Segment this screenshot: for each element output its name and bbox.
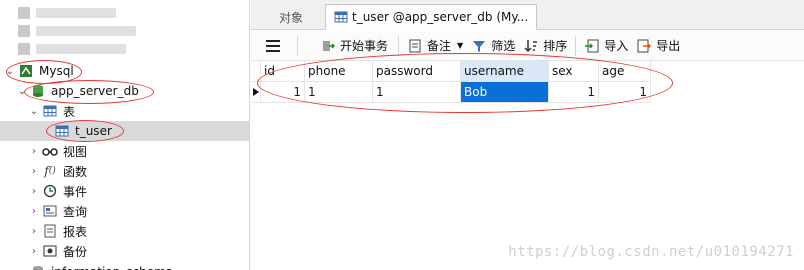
database-icon <box>30 264 46 270</box>
cell-username[interactable]: Bob <box>461 82 549 103</box>
tab-objects-label: 对象 <box>279 10 304 25</box>
events-label: 事件 <box>63 184 88 199</box>
blurred-item <box>18 42 126 56</box>
notes-label: 备注 <box>427 39 452 53</box>
backups-label: 备份 <box>63 244 88 259</box>
views-label: 视图 <box>63 144 88 159</box>
query-icon <box>42 203 58 219</box>
tree-node-events[interactable]: › 事件 <box>28 181 87 201</box>
import-icon <box>584 38 600 54</box>
backup-icon <box>42 243 58 259</box>
transaction-icon <box>320 38 336 54</box>
blurred-item <box>18 6 116 20</box>
tab-t_user-label: t_user @app_server_db (My... <box>352 10 529 24</box>
tree-node-queries[interactable]: › 查询 <box>28 201 87 221</box>
tables-label: 表 <box>63 104 76 119</box>
table-row[interactable]: 1 1 1 Bob 1 1 <box>251 82 651 103</box>
tree-node-database[interactable]: ⌄ app_server_db <box>16 81 139 101</box>
tree-node-backups[interactable]: › 备份 <box>28 241 87 261</box>
toolbar-divider <box>575 35 577 56</box>
functions-label: 函数 <box>63 164 88 179</box>
column-header-phone[interactable]: phone <box>305 61 373 82</box>
tab-bar: 对象 t_user @app_server_db (My... <box>251 0 804 30</box>
column-header-id[interactable]: id <box>261 61 305 82</box>
document-icon <box>407 38 423 54</box>
table-icon <box>54 123 70 139</box>
table-icon <box>334 10 348 24</box>
chevron-right-icon[interactable]: › <box>28 166 40 177</box>
toolbar: 开始事务 备注 ▼ 筛选 排序 导入 导出 <box>251 31 804 61</box>
filter-button[interactable]: 筛选 <box>467 34 519 58</box>
cell-phone[interactable]: 1 <box>305 82 373 103</box>
filter-icon <box>471 38 487 54</box>
filter-label: 筛选 <box>491 39 516 53</box>
export-label: 导出 <box>656 39 681 53</box>
dropdown-arrow-icon[interactable]: ▼ <box>457 41 463 50</box>
import-label: 导入 <box>604 39 629 53</box>
tree-node-reports[interactable]: › 报表 <box>28 221 87 241</box>
object-tree: ⌄ Mysql ⌄ app_server_db ⌄ 表 t_user › 视图 … <box>0 0 250 270</box>
dolphin-connection-icon <box>18 63 34 79</box>
table-icon <box>42 103 58 119</box>
menu-button[interactable] <box>261 34 285 58</box>
chevron-down-icon[interactable]: ⌄ <box>4 66 16 77</box>
partial-item-label: information_schema <box>51 265 173 270</box>
chevron-right-icon[interactable]: › <box>28 246 40 257</box>
chevron-down-icon[interactable]: ⌄ <box>28 106 40 117</box>
cell-age[interactable]: 1 <box>599 82 651 103</box>
notes-button[interactable]: 备注 ▼ <box>403 34 467 58</box>
chevron-right-icon[interactable]: › <box>28 206 40 217</box>
cell-password[interactable]: 1 <box>373 82 461 103</box>
export-button[interactable]: 导出 <box>632 34 684 58</box>
row-gutter-header <box>251 61 261 82</box>
glasses-icon <box>42 143 58 159</box>
function-icon: f() <box>44 164 56 178</box>
hamburger-icon <box>265 38 281 54</box>
connection-label: Mysql <box>39 64 74 78</box>
tree-node-table-t_user[interactable]: t_user <box>0 121 249 141</box>
sort-button[interactable]: 排序 <box>519 34 571 58</box>
queries-label: 查询 <box>63 204 88 219</box>
sort-icon <box>523 38 539 54</box>
main-panel: 对象 t_user @app_server_db (My... 开始事务 备注 … <box>251 0 804 270</box>
reports-label: 报表 <box>63 224 88 239</box>
tree-node-connection[interactable]: ⌄ Mysql <box>4 61 74 81</box>
tree-node-functions[interactable]: › f() 函数 <box>28 161 87 181</box>
tree-node-partial[interactable]: information_schema <box>16 262 173 270</box>
chevron-right-icon[interactable]: › <box>28 186 40 197</box>
export-icon <box>636 38 652 54</box>
grid-header-row: id phone password username sex age <box>251 61 651 82</box>
blurred-item <box>18 24 136 38</box>
cell-sex[interactable]: 1 <box>549 82 599 103</box>
cell-id[interactable]: 1 <box>261 82 305 103</box>
sort-label: 排序 <box>543 39 568 53</box>
tree-node-tables[interactable]: ⌄ 表 <box>28 101 75 121</box>
begin-transaction-label: 开始事务 <box>340 39 389 53</box>
current-row-indicator-icon <box>251 82 261 103</box>
toolbar-divider <box>398 35 400 56</box>
column-header-username[interactable]: username <box>461 61 549 82</box>
table-label: t_user <box>75 124 112 138</box>
database-label: app_server_db <box>51 84 139 98</box>
report-icon <box>42 223 58 239</box>
toolbar-divider <box>297 35 298 56</box>
import-button[interactable]: 导入 <box>580 34 632 58</box>
chevron-down-icon[interactable]: ⌄ <box>16 86 28 97</box>
chevron-right-icon[interactable]: › <box>28 146 40 157</box>
clock-icon <box>42 183 58 199</box>
begin-transaction-button[interactable]: 开始事务 <box>316 34 392 58</box>
tab-t_user[interactable]: t_user @app_server_db (My... <box>325 4 538 30</box>
chevron-right-icon[interactable]: › <box>28 226 40 237</box>
column-header-password[interactable]: password <box>373 61 461 82</box>
watermark: https://blog.csdn.net/u010194271 <box>508 244 794 260</box>
column-header-sex[interactable]: sex <box>549 61 599 82</box>
tree-node-views[interactable]: › 视图 <box>28 141 87 161</box>
tab-objects[interactable]: 对象 <box>271 4 311 30</box>
database-icon <box>30 83 46 99</box>
column-header-age[interactable]: age <box>599 61 651 82</box>
